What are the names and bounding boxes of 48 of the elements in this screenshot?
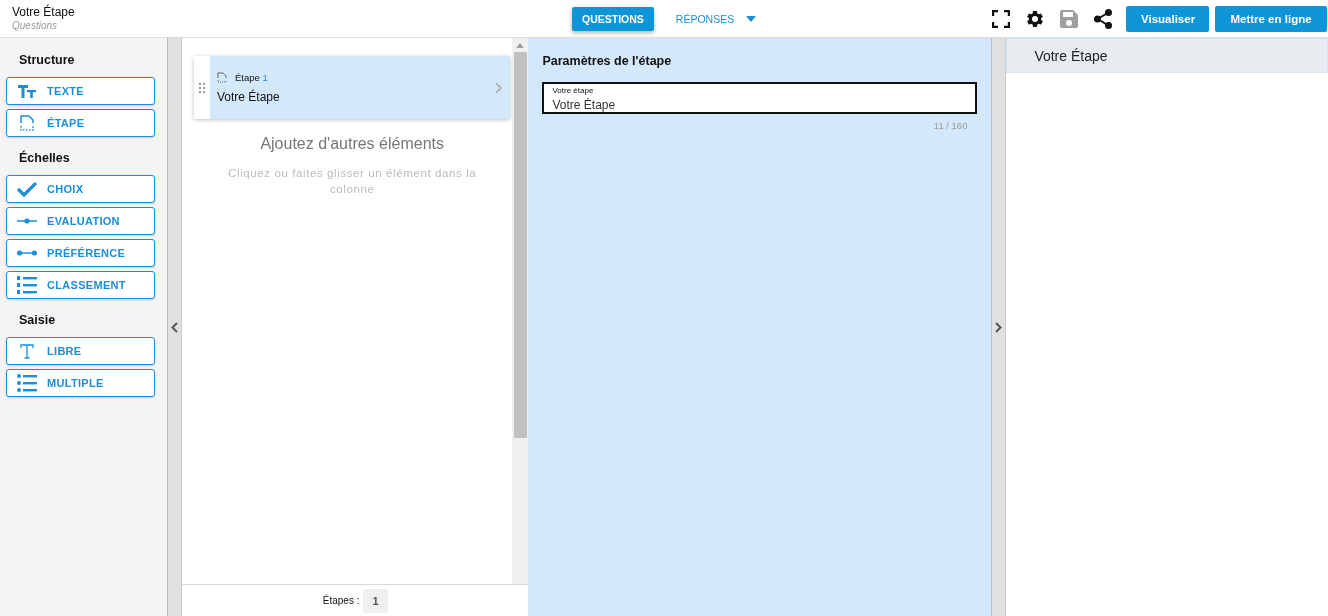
input-field[interactable]: Votre Étape xyxy=(552,98,968,112)
text-size-icon xyxy=(18,84,36,98)
element-button[interactable]: PRÉFÉRENCE xyxy=(6,239,155,267)
range-icon xyxy=(17,250,37,256)
element-button[interactable]: EVALUATION xyxy=(6,207,155,235)
page-icon xyxy=(19,114,35,132)
step-title: Votre Étape xyxy=(216,89,281,104)
caret-icon xyxy=(746,15,757,22)
preview-title: Votre Étape xyxy=(1006,38,1328,73)
document-title: Votre Étape xyxy=(12,5,76,19)
element-button[interactable]: ÉTAPE xyxy=(6,109,155,137)
element-button[interactable]: LIBRE xyxy=(6,337,155,365)
section-heading: Structure xyxy=(19,53,76,67)
text-icon xyxy=(20,343,34,359)
settings-icon[interactable] xyxy=(1025,8,1045,29)
element-button[interactable]: CLASSEMENT xyxy=(6,271,155,299)
share-icon[interactable] xyxy=(1094,8,1112,29)
character-counter: 11 / 160 xyxy=(932,120,968,131)
section-heading: Échelles xyxy=(19,151,71,165)
element-button[interactable]: MULTIPLE xyxy=(6,369,155,397)
empty-state-heading: Ajoutez d'autres éléments xyxy=(259,135,445,153)
step-card[interactable]: Étape 1 Votre Étape xyxy=(193,56,511,119)
bullet-list-icon xyxy=(17,374,37,392)
section-heading: Saisie xyxy=(19,313,57,327)
slider-icon xyxy=(17,218,37,224)
chevron-left-icon[interactable] xyxy=(170,321,178,333)
fullscreen-icon[interactable] xyxy=(992,9,1010,28)
checkmark-icon xyxy=(17,181,37,197)
steps-count-label: Étapes : xyxy=(322,595,360,606)
tab[interactable]: RÉPONSES xyxy=(665,6,767,31)
step-label: Étape 1 xyxy=(234,71,268,83)
toolbar-button[interactable]: Visualiser xyxy=(1126,5,1209,32)
steps-count: 1 xyxy=(363,588,388,613)
toolbar-button[interactable]: Mettre en ligne xyxy=(1215,5,1327,32)
chevron-right-icon xyxy=(495,81,503,94)
empty-state-hint: Cliquez ou faites glisser un élément dans la colonne xyxy=(227,166,478,197)
chevron-right-icon[interactable] xyxy=(995,321,1003,333)
text-field[interactable]: Votre étape Votre Étape xyxy=(542,82,978,114)
scrollbar-thumb[interactable] xyxy=(513,52,527,438)
document-subtitle: Questions xyxy=(12,19,59,32)
element-button[interactable]: TEXTE xyxy=(6,77,155,105)
numbered-list-icon xyxy=(17,275,37,295)
tab[interactable]: QUESTIONS xyxy=(572,6,654,31)
drag-handle-icon[interactable] xyxy=(198,82,205,93)
field-label: Votre étape xyxy=(552,86,595,95)
panel-heading: Paramètres de l'étape xyxy=(542,54,673,68)
page-icon xyxy=(216,71,227,83)
element-button[interactable]: CHOIX xyxy=(6,175,155,203)
